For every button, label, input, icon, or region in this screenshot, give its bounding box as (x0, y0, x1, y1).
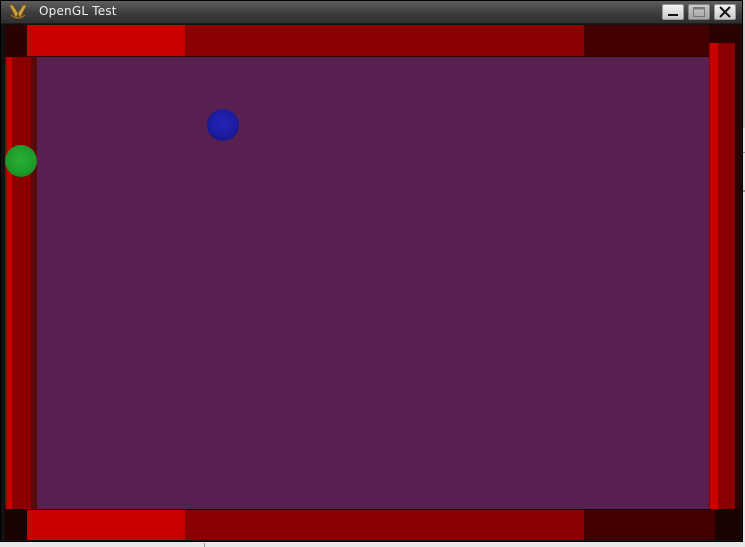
window-title: OpenGL Test (39, 4, 117, 18)
desktop-divider (204, 543, 205, 547)
right-wall-dark (735, 43, 741, 509)
bottom-wall-bright (27, 510, 185, 540)
close-button[interactable] (714, 4, 736, 20)
blue-ball (207, 109, 239, 141)
top-wall-dark (584, 25, 709, 56)
top-wall-bright (27, 25, 185, 56)
top-wall-mid (185, 25, 584, 56)
bottom-wall-dark (584, 510, 715, 540)
app-logo-icon[interactable] (7, 2, 29, 22)
desktop-background-bottom (0, 542, 745, 547)
play-field (37, 57, 709, 509)
title-bar[interactable]: OpenGL Test (1, 1, 742, 24)
right-wall-bright (710, 43, 718, 509)
bottom-wall-mid (185, 510, 584, 540)
app-window: OpenGL Test (0, 0, 743, 542)
maximize-button[interactable] (688, 4, 710, 20)
left-wall-bright (7, 57, 12, 509)
opengl-viewport[interactable] (5, 25, 741, 540)
minimize-button[interactable] (662, 4, 684, 20)
green-ball (5, 145, 37, 177)
